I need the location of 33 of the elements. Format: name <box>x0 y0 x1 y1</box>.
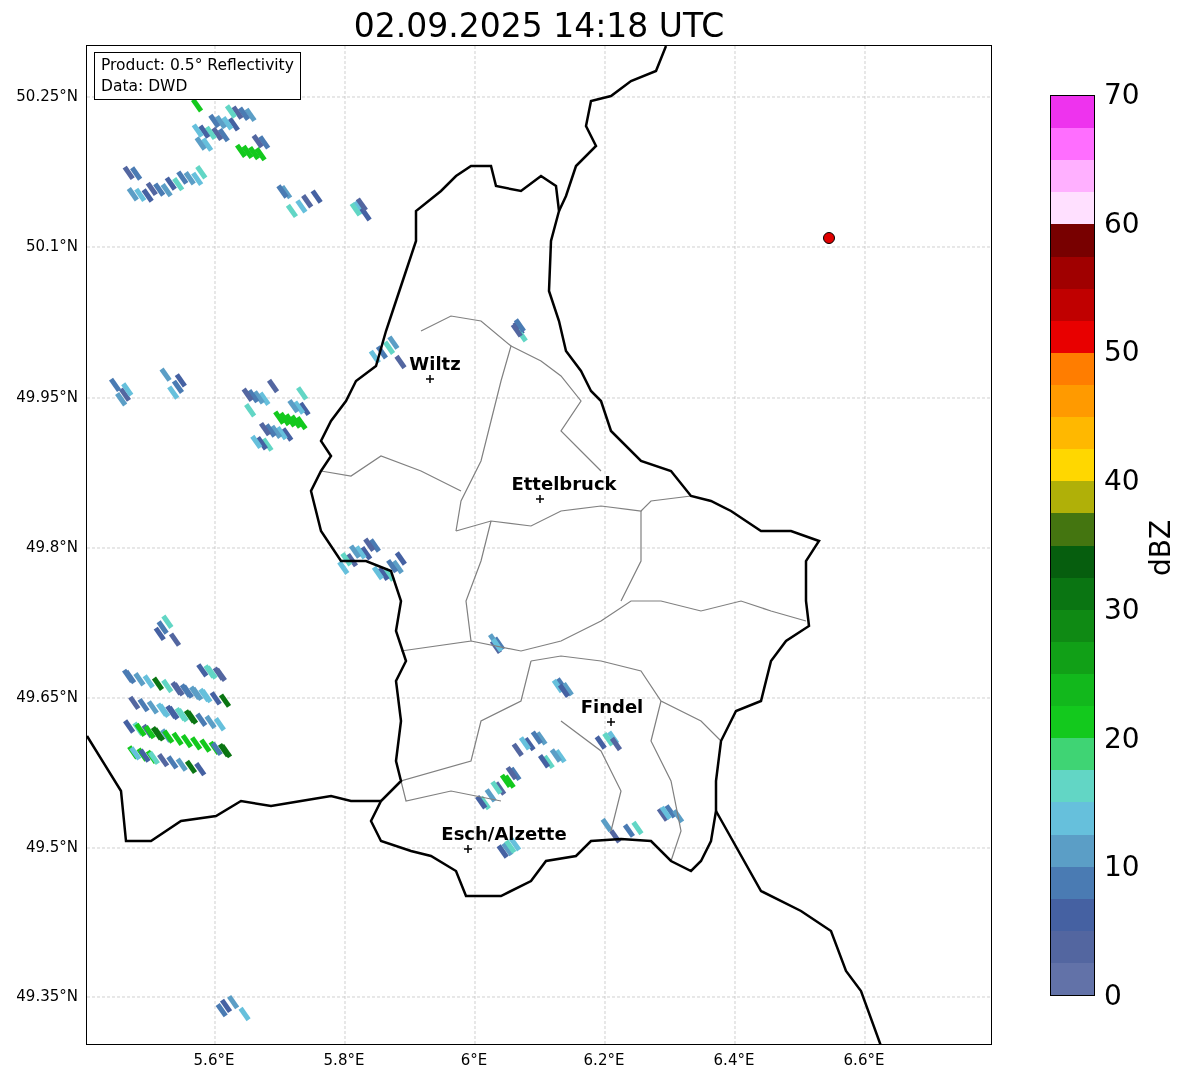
city-marker-icon <box>425 374 435 384</box>
city-label: Ettelbruck <box>511 473 617 494</box>
latitude-label: 50.25°N <box>16 87 78 105</box>
colorbar-tick-label: 0 <box>1104 982 1122 1010</box>
longitude-label: 5.8°E <box>323 1051 365 1069</box>
info-text: Product: 0.5° Reflectivity <box>101 55 294 76</box>
longitude-label: 6.2°E <box>583 1051 625 1069</box>
colorbar-tick-label: 60 <box>1104 209 1140 238</box>
city-marker-icon <box>535 494 545 504</box>
latitude-label: 50.1°N <box>25 237 78 255</box>
latitude-label: 49.95°N <box>16 388 78 406</box>
colorbar-label: dBZ <box>1143 519 1177 577</box>
colorbar-tick-label: 70 <box>1104 81 1140 109</box>
colorbar-tick-label: 50 <box>1104 338 1140 367</box>
latitude-label: 49.65°N <box>16 688 78 706</box>
city-label: Findel <box>580 696 644 717</box>
chart-title: 02.09.2025 14:18 UTC <box>352 5 726 47</box>
latitude-label: 49.35°N <box>16 987 78 1005</box>
city-label: Wiltz <box>409 353 461 374</box>
colorbar-tick-label: 20 <box>1104 724 1140 753</box>
city-marker-icon <box>463 844 473 854</box>
longitude-label: 6.6°E <box>843 1051 885 1069</box>
longitude-label: 5.6°E <box>193 1051 235 1069</box>
city-label: Esch/Alzette <box>441 823 567 844</box>
colorbar-tick-label: 30 <box>1104 595 1140 624</box>
latitude-label: 49.5°N <box>25 838 78 856</box>
latitude-label: 49.8°N <box>25 538 78 556</box>
city-marker-icon <box>606 717 616 727</box>
longitude-label: 6.4°E <box>713 1051 755 1069</box>
colorbar-tick-label: 40 <box>1104 467 1140 496</box>
info-text: Data: DWD <box>101 76 189 97</box>
colorbar-tick-label: 10 <box>1104 853 1140 882</box>
longitude-label: 6°E <box>460 1051 488 1069</box>
